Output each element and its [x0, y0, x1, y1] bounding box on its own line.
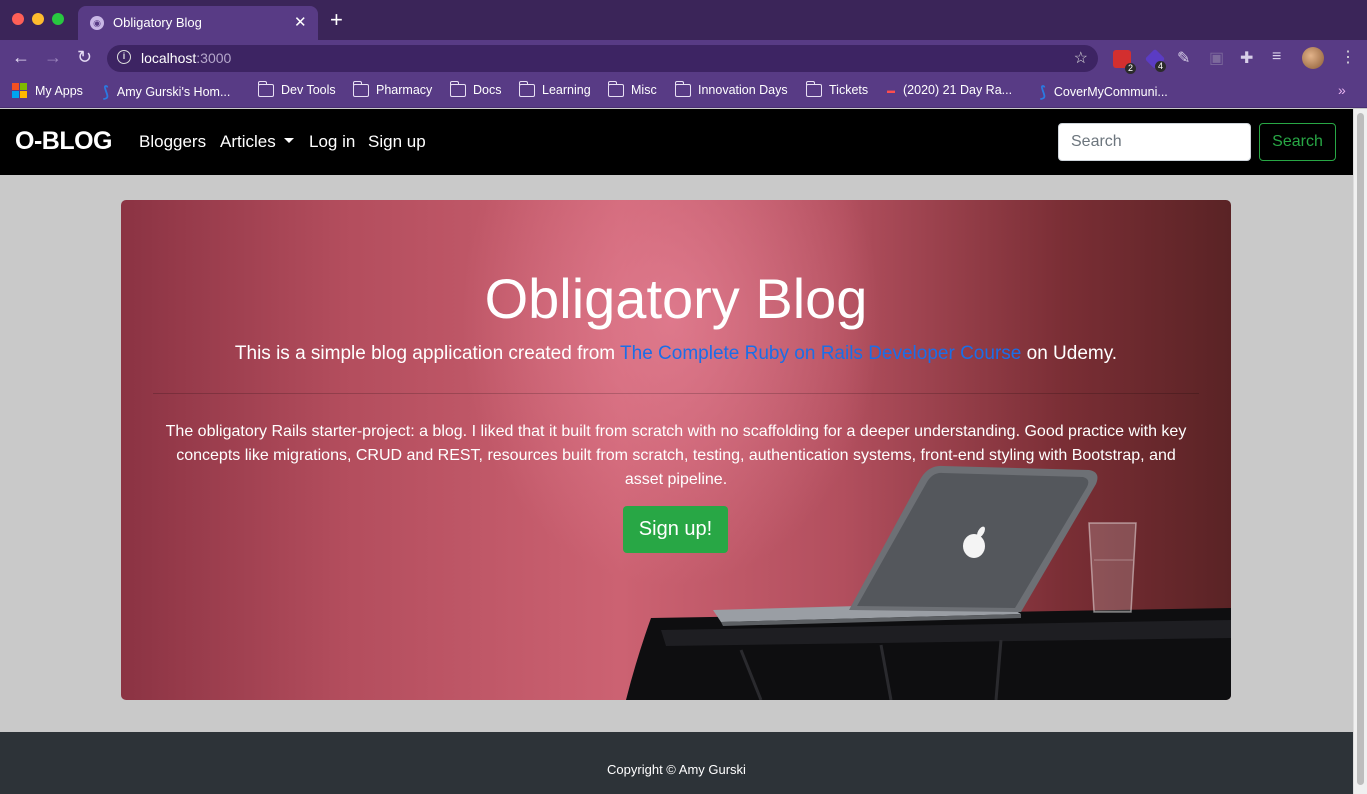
- brand-logo[interactable]: O-BLOG: [15, 127, 113, 156]
- reading-list-icon[interactable]: ≡: [1272, 48, 1281, 66]
- menu-kebab-icon[interactable]: ⋮: [1340, 47, 1356, 67]
- address-url: localhost:3000: [141, 50, 231, 66]
- nav-link-sign-up[interactable]: Sign up: [368, 132, 426, 152]
- page-viewport: O-BLOG Bloggers Articles Log in Sign up …: [0, 109, 1353, 794]
- reload-icon[interactable]: ↻: [77, 47, 92, 68]
- bookmark-my-apps[interactable]: My Apps: [12, 83, 83, 98]
- caret-down-icon: [283, 138, 294, 144]
- hero-description: The obligatory Rails starter-project: a …: [165, 423, 1187, 488]
- scrollbar-thumb[interactable]: [1357, 113, 1364, 785]
- hero-lead: This is a simple blog application create…: [121, 343, 1231, 365]
- site-footer: Copyright © Amy Gurski: [0, 732, 1353, 794]
- bookmark-label: CoverMyCommuni...: [1053, 85, 1168, 99]
- bookmark-dev-tools[interactable]: Dev Tools: [257, 80, 336, 97]
- site-navbar: O-BLOG Bloggers Articles Log in Sign up …: [0, 109, 1353, 175]
- url-host: localhost: [141, 50, 197, 66]
- hero-jumbotron: Obligatory Blog This is a simple blog ap…: [121, 200, 1231, 700]
- url-port: :3000: [196, 50, 232, 66]
- profile-avatar[interactable]: [1302, 47, 1324, 69]
- new-tab-button[interactable]: +: [330, 9, 343, 31]
- apps-grid-icon: [12, 83, 27, 98]
- tab-title: Obligatory Blog: [113, 15, 202, 30]
- hero-lead-text: This is a simple blog application create…: [234, 343, 621, 364]
- extension-badge: 2: [1124, 63, 1136, 74]
- bookmark-label: Innovation Days: [698, 83, 788, 97]
- bookmark-innovation-days[interactable]: Innovation Days: [674, 80, 788, 97]
- bookmark-label: Tickets: [829, 83, 869, 97]
- confluence-icon: ⟆: [103, 84, 109, 101]
- back-arrow-icon[interactable]: ←: [12, 47, 30, 68]
- nav-link-articles: Articles: [220, 132, 276, 151]
- site-info-icon[interactable]: i: [117, 50, 131, 64]
- folder-icon: [607, 80, 624, 97]
- maximize-window-button[interactable]: [52, 13, 64, 25]
- bookmark-docs[interactable]: Docs: [449, 80, 502, 97]
- extension-badge: 4: [1155, 61, 1167, 72]
- hero-title: Obligatory Blog: [484, 267, 868, 330]
- bookmark-misc[interactable]: Misc: [607, 80, 657, 97]
- hero-divider: [153, 393, 1199, 394]
- bookmark-label: Pharmacy: [376, 83, 433, 97]
- extension-gray-icon[interactable]: ▣: [1209, 48, 1224, 68]
- bookmark-tickets[interactable]: Tickets: [805, 80, 869, 97]
- sign-up-button[interactable]: Sign up!: [623, 506, 728, 553]
- bookmark-pharmacy[interactable]: Pharmacy: [352, 80, 433, 97]
- folder-icon: [518, 80, 535, 97]
- address-bar[interactable]: i localhost:3000 ☆: [107, 45, 1098, 72]
- folder-icon: [449, 80, 466, 97]
- search-button[interactable]: Search: [1259, 123, 1336, 161]
- bookmark-label: Learning: [542, 83, 591, 97]
- browser-toolbar: ← → ↻ i localhost:3000 ☆ 2 4 ✎ ▣ ✚ ≡ ⋮: [0, 40, 1367, 76]
- bookmark-label: Amy Gurski's Hom...: [116, 85, 231, 99]
- forward-arrow-icon[interactable]: →: [44, 47, 62, 68]
- extension-red-icon[interactable]: 2: [1113, 50, 1136, 74]
- folder-icon: [257, 80, 274, 97]
- search-input[interactable]: [1058, 123, 1251, 161]
- globe-icon: ◉: [90, 16, 104, 30]
- browser-tab-bar: ◉ Obligatory Blog ✕ +: [0, 0, 1367, 40]
- nav-link-bloggers[interactable]: Bloggers: [139, 132, 206, 152]
- bookmark-amy-home[interactable]: ⟆ Amy Gurski's Hom...: [103, 83, 230, 101]
- bookmark-label: My Apps: [35, 83, 83, 98]
- bookmark-label: Dev Tools: [281, 83, 336, 97]
- bookmark-label: Misc: [631, 83, 657, 97]
- footer-copyright: Copyright © Amy Gurski: [607, 762, 746, 777]
- close-tab-icon[interactable]: ✕: [294, 13, 307, 31]
- extensions-puzzle-icon[interactable]: ✚: [1240, 48, 1253, 68]
- browser-tab-active[interactable]: ◉ Obligatory Blog ✕: [78, 6, 318, 40]
- site-favicon-icon: ▬: [887, 85, 895, 95]
- folder-icon: [805, 80, 822, 97]
- bookmarks-bar: My Apps ⟆ Amy Gurski's Hom... Dev Tools …: [0, 76, 1367, 108]
- bookmark-covermycommunity[interactable]: ⟆ CoverMyCommuni...: [1040, 83, 1168, 101]
- bookmark-21-day[interactable]: ▬ (2020) 21 Day Ra...: [887, 83, 1012, 97]
- folder-icon: [352, 80, 369, 97]
- nav-dropdown-articles[interactable]: Articles: [220, 132, 294, 152]
- close-window-button[interactable]: [12, 13, 24, 25]
- eyedropper-icon[interactable]: ✎: [1177, 48, 1190, 68]
- confluence-icon: ⟆: [1040, 84, 1046, 101]
- bookmark-star-icon[interactable]: ☆: [1074, 48, 1088, 68]
- more-bookmarks-icon[interactable]: »: [1338, 82, 1346, 98]
- bookmark-label: Docs: [473, 83, 502, 97]
- page-scrollbar[interactable]: [1353, 109, 1367, 794]
- bookmark-label: (2020) 21 Day Ra...: [903, 83, 1013, 97]
- hero-lead-suffix: on Udemy.: [1021, 343, 1118, 364]
- bookmark-learning[interactable]: Learning: [518, 80, 591, 97]
- folder-icon: [674, 80, 691, 97]
- minimize-window-button[interactable]: [32, 13, 44, 25]
- nav-link-log-in[interactable]: Log in: [309, 132, 355, 152]
- course-link[interactable]: The Complete Ruby on Rails Developer Cou…: [620, 343, 1021, 364]
